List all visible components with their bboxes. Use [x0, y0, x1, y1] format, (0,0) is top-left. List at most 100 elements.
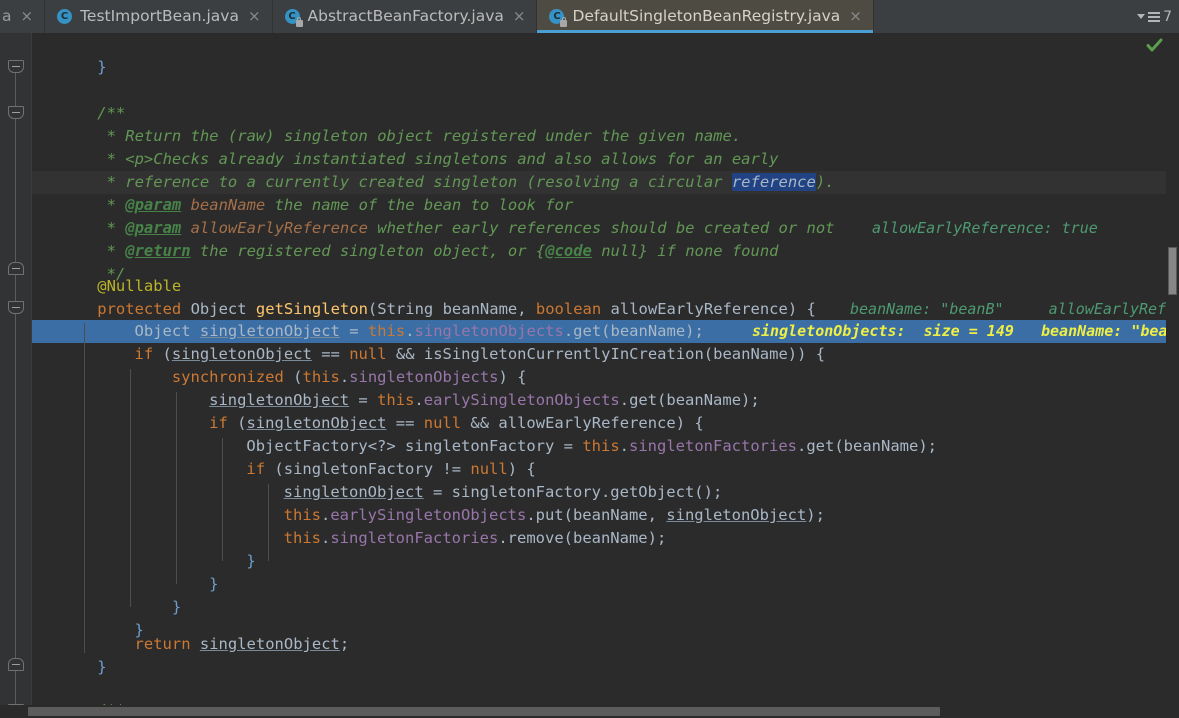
- code-token: .: [321, 529, 331, 547]
- code-token: .: [405, 322, 415, 340]
- code-token: .remove(beanName);: [498, 529, 667, 547]
- code-line[interactable]: @Nullable: [0, 275, 1179, 298]
- close-icon[interactable]: ×: [511, 9, 526, 24]
- code-line[interactable]: return singletonObject;: [0, 633, 1179, 656]
- code-line-text: return singletonObject;: [135, 633, 350, 656]
- code-token: singletonObject: [666, 506, 807, 524]
- indent-guide: [176, 392, 177, 584]
- code-fold-toggle-down[interactable]: [8, 60, 24, 73]
- code-token: singletonFactories: [629, 437, 797, 455]
- code-line[interactable]: * Return the (raw) singleton object regi…: [0, 125, 1179, 148]
- code-token: (: [162, 345, 172, 363]
- code-token: (: [367, 300, 378, 318]
- code-line[interactable]: protected Object getSingleton(String bea…: [0, 298, 1179, 321]
- code-fold-toggle-down[interactable]: [8, 106, 24, 119]
- code-line-text: * @param allowEarlyReference whether ear…: [107, 217, 835, 240]
- code-line[interactable]: * <p>Checks already instantiated singlet…: [0, 148, 1179, 171]
- code-token: = singletonFactory.getObject();: [423, 483, 723, 501]
- code-token: this: [302, 368, 340, 386]
- code-line[interactable]: * reference to a currently created singl…: [0, 171, 1179, 194]
- code-token: singletonFactories: [330, 529, 499, 547]
- code-token: @code: [545, 242, 592, 260]
- editor-tab-defaultsingletonbeanregistry[interactable]: C DefaultSingletonBeanRegistry.java ×: [537, 0, 874, 33]
- code-token: ) {: [675, 414, 704, 432]
- code-token: .get(beanName);: [563, 322, 704, 340]
- code-fold-toggle-up[interactable]: [8, 262, 24, 275]
- code-token: null: [423, 414, 462, 432]
- code-line-text: Object singletonObject = this.singletonO…: [135, 320, 704, 343]
- code-token: *: [106, 196, 126, 214]
- code-line-text: }: [97, 656, 106, 679]
- code-token: singletonObjects: [414, 322, 564, 340]
- code-token: singletonObject: [199, 322, 340, 340]
- code-line-text: synchronized (this.singletonObjects) {: [172, 366, 527, 389]
- code-line-text: this.singletonFactories.remove(beanName)…: [284, 527, 667, 550]
- editor-gutter[interactable]: [0, 33, 31, 718]
- code-token: ;: [339, 635, 350, 653]
- horizontal-scrollbar-thumb[interactable]: [28, 707, 940, 716]
- editor-tab-testimportbean[interactable]: C TestImportBean.java ×: [45, 0, 273, 33]
- code-fold-rail: [15, 66, 16, 718]
- code-line[interactable]: * @return the registered singleton objec…: [0, 240, 1179, 263]
- code-line[interactable]: }: [0, 596, 1179, 619]
- code-token: }: [246, 552, 256, 570]
- code-token: if: [209, 414, 238, 432]
- code-line[interactable]: * @param allowEarlyReference whether ear…: [0, 217, 1179, 240]
- code-fold-toggle-down[interactable]: [8, 301, 24, 314]
- code-line-text: * Return the (raw) singleton object regi…: [107, 125, 742, 148]
- code-lines-container[interactable]: } /** * Return the (raw) singleton object …: [0, 33, 1179, 718]
- code-token: synchronized: [171, 368, 294, 386]
- code-line[interactable]: /**: [0, 102, 1179, 125]
- code-line-text: this.earlySingletonObjects.put(beanName,…: [284, 504, 825, 527]
- close-icon[interactable]: ×: [19, 9, 34, 24]
- code-line-text: if (singletonObject == null && allowEarl…: [209, 412, 704, 435]
- code-fold-toggle-up[interactable]: [8, 658, 24, 671]
- code-line[interactable]: }: [0, 656, 1179, 679]
- code-token: singletonObject: [209, 391, 350, 409]
- horizontal-scrollbar[interactable]: [0, 705, 1179, 718]
- code-line-text: * <p>Checks already instantiated singlet…: [107, 148, 779, 171]
- code-line[interactable]: if (singletonObject == null && isSinglet…: [0, 343, 1179, 366]
- code-line[interactable]: * @param beanName the name of the bean t…: [0, 194, 1179, 217]
- editor-tab-bar[interactable]: a × C TestImportBean.java × C AbstractBe…: [0, 0, 1179, 33]
- code-token: ) {: [498, 368, 527, 386]
- vertical-scrollbar-thumb[interactable]: [1168, 247, 1177, 295]
- code-token: (: [274, 460, 284, 478]
- code-token: null} if none found: [591, 242, 779, 260]
- code-token: .: [414, 391, 424, 409]
- code-token: if: [246, 460, 275, 478]
- debugger-inline-hint[interactable]: beanName: "beanB" allowEarlyReference: t…: [850, 298, 1179, 321]
- close-icon[interactable]: ×: [847, 9, 862, 24]
- debugger-inline-hint[interactable]: allowEarlyReference: true: [872, 217, 1098, 240]
- code-token: earlySingletonObjects: [330, 506, 527, 524]
- debugger-inline-value[interactable]: singletonObjects: size = 149 beanName: "…: [752, 320, 1167, 343]
- code-line-text: singletonObject = singletonFactory.getOb…: [284, 481, 723, 504]
- tab-overflow-menu[interactable]: 7: [1137, 0, 1179, 33]
- indent-guide: [222, 438, 223, 561]
- code-editor[interactable]: } /** * Return the (raw) singleton object …: [0, 33, 1179, 718]
- editor-tab-label: DefaultSingletonBeanRegistry.java: [572, 6, 841, 25]
- editor-tab-clipped[interactable]: a ×: [0, 0, 46, 33]
- code-line-text: if (singletonFactory != null) {: [246, 458, 535, 481]
- tab-overflow-count: 7: [1163, 8, 1172, 25]
- code-token: =: [339, 322, 368, 340]
- code-token: null: [470, 460, 508, 478]
- code-line-current[interactable]: Object singletonObject = this.singletonO…: [0, 320, 1179, 343]
- tab-list-icon: [1148, 11, 1161, 22]
- code-token: =: [349, 391, 378, 409]
- code-token: /**: [97, 104, 126, 122]
- code-token: @Nullable: [97, 277, 182, 295]
- code-token: getSingleton: [255, 300, 368, 318]
- close-icon[interactable]: ×: [246, 9, 261, 24]
- code-token: this: [377, 391, 415, 409]
- inspection-status-ok-icon[interactable]: [1146, 38, 1163, 58]
- editor-tab-abstractbeanfactory[interactable]: C AbstractBeanFactory.java ×: [272, 0, 538, 33]
- code-token: }: [97, 58, 107, 76]
- chevron-down-icon: [1137, 14, 1146, 19]
- code-token: .: [619, 437, 630, 455]
- code-line[interactable]: synchronized (this.singletonObjects) {: [0, 366, 1179, 389]
- code-line[interactable]: }: [0, 56, 1179, 79]
- code-line[interactable]: [0, 79, 1179, 102]
- vertical-scrollbar[interactable]: [1166, 33, 1179, 718]
- code-token: Object: [190, 300, 256, 318]
